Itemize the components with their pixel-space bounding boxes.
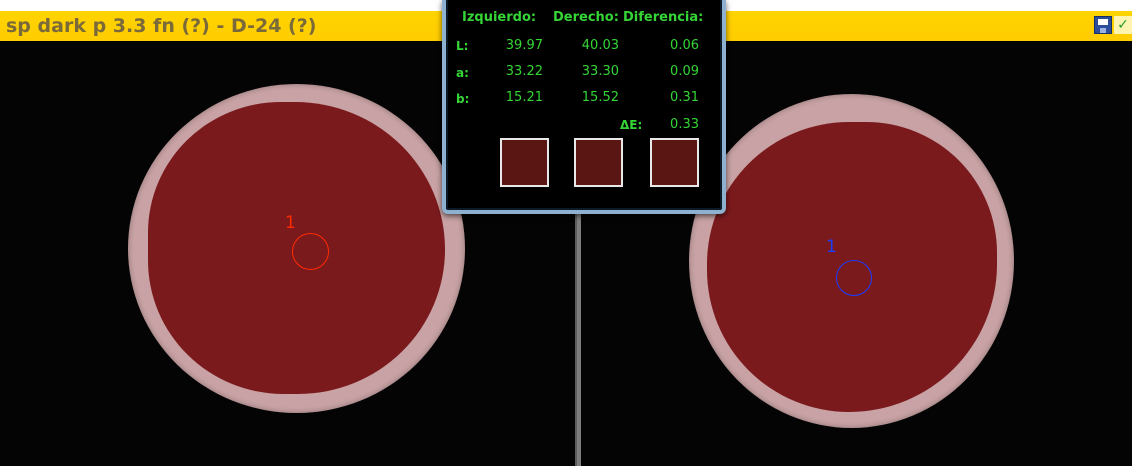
b-left-value: 15.21 — [505, 90, 543, 105]
a-diff-value: 0.09 — [670, 64, 699, 79]
save-icon[interactable] — [1094, 16, 1112, 34]
left-marker-number: 1 — [285, 213, 296, 233]
right-measure-marker[interactable] — [836, 260, 872, 296]
accept-check-icon[interactable]: ✓ — [1114, 16, 1132, 34]
right-marker-number: 1 — [826, 237, 837, 257]
header-difference: Diferencia: — [623, 10, 704, 25]
delta-e-value: 0.33 — [670, 117, 699, 132]
header-left: Izquierdo: — [462, 10, 537, 25]
right-color-swatch — [574, 138, 623, 187]
b-right-value: 15.52 — [581, 90, 619, 105]
row-label-l: L: — [456, 39, 469, 53]
b-diff-value: 0.31 — [670, 90, 699, 105]
left-measure-marker[interactable] — [292, 233, 329, 270]
a-right-value: 33.30 — [581, 64, 619, 79]
l-right-value: 40.03 — [581, 38, 619, 53]
header-right: Derecho: — [553, 10, 619, 25]
color-difference-panel: Izquierdo: Derecho: Diferencia: L: 39.97… — [442, 0, 726, 214]
toolbar: ✓ — [1094, 16, 1132, 34]
l-diff-value: 0.06 — [670, 38, 699, 53]
l-left-value: 39.97 — [505, 38, 543, 53]
left-color-swatch — [500, 138, 549, 187]
row-label-a: a: — [456, 66, 469, 80]
difference-color-swatch — [650, 138, 699, 187]
window-title: sp dark p 3.3 fn (?) - D-24 (?) — [6, 15, 317, 37]
a-left-value: 33.22 — [505, 64, 543, 79]
row-label-b: b: — [456, 92, 470, 106]
